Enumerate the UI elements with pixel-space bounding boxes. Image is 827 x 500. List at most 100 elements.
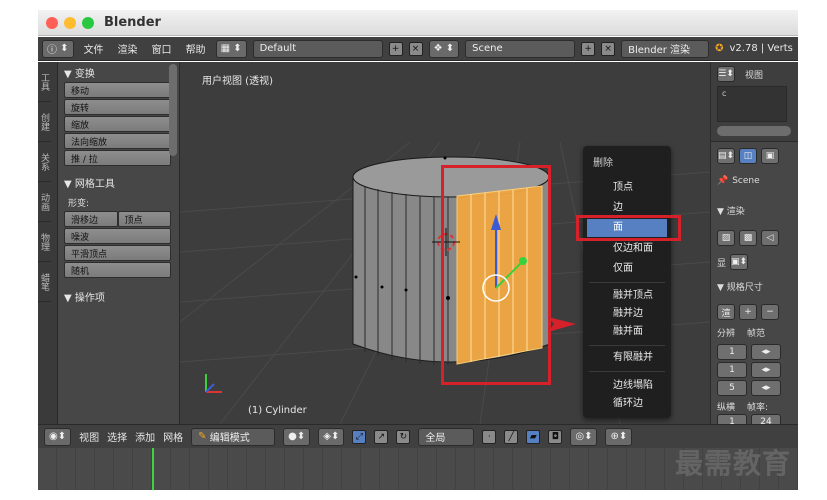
screen-layout-button[interactable]: ▦ ⬍	[215, 39, 247, 58]
aspect-x-field[interactable]: 1	[717, 414, 747, 424]
remove-scene-icon[interactable]: ×	[601, 41, 616, 56]
smooth-vertex-button[interactable]: 平滑顶点	[64, 245, 171, 261]
remove-preset-icon[interactable]: −	[761, 304, 779, 320]
dissolve-edges-item[interactable]: 融并边	[587, 305, 667, 323]
shrink-fatten-button[interactable]: 法向缩放	[64, 133, 171, 149]
menu-help[interactable]: 帮助	[182, 41, 210, 56]
resolution-y-field[interactable]: 1	[717, 362, 747, 378]
toolshelf-tabs: 工具 创建 关系 动画 物理 蜡笔	[38, 62, 58, 424]
maximize-window-button[interactable]	[82, 16, 94, 29]
edge-loops-item[interactable]: 循环边	[587, 395, 667, 413]
pivot-point-select[interactable]: ◈ ⬍	[318, 427, 345, 446]
display-mode-select[interactable]: ▣⬍	[730, 254, 749, 270]
properties-editor: ☰⬍ 视图 c ▤⬍ ◫ ▣ 📌 Scene ▼ 渲染 ▨ ▩ ◁ 显 ▣⬍ ▼…	[710, 62, 798, 424]
push-pull-button[interactable]: 推 / 拉	[64, 150, 171, 166]
render-tab-icon[interactable]: ◫	[739, 148, 758, 164]
menu-add[interactable]: 添加	[135, 429, 155, 444]
manipulator-toggle-icon[interactable]: ⤢	[352, 429, 367, 444]
limit-selection-icon[interactable]: ◘	[548, 429, 563, 444]
render-layers-tab-icon[interactable]: ▣	[761, 148, 780, 164]
translate-manipulator-icon[interactable]: ↗	[374, 429, 389, 444]
face-select-mode-icon[interactable]: ▰	[526, 429, 541, 444]
interaction-mode-select[interactable]: ✎ 编辑模式	[191, 427, 276, 446]
resolution-x-field[interactable]: 1	[717, 344, 747, 360]
limited-dissolve-item[interactable]: 有限融并	[587, 349, 667, 367]
properties-type-button[interactable]: ▤⬍	[717, 148, 736, 164]
render-audio-icon[interactable]: ◁	[761, 230, 779, 246]
outliner-scrollbar[interactable]	[717, 126, 791, 136]
slide-edge-button[interactable]: 滑移边	[64, 211, 118, 227]
render-image-icon[interactable]: ▨	[717, 230, 735, 246]
viewport-editor-type-button[interactable]: ◉ ⬍	[44, 427, 72, 446]
menu-view[interactable]: 视图	[79, 429, 99, 444]
outliner-tree[interactable]: c	[717, 86, 787, 122]
mesh-tools-panel-header[interactable]: ▼ 网格工具	[58, 172, 179, 192]
minimize-window-button[interactable]	[64, 16, 76, 29]
rotate-manipulator-icon[interactable]: ↻	[396, 429, 411, 444]
tab-relations[interactable]: 关系	[38, 142, 51, 182]
viewport-shading-select[interactable]: ● ⬍	[283, 427, 311, 446]
edge-collapse-item[interactable]: 边线塌陷	[587, 377, 667, 395]
edit-mode-icon: ✎	[198, 431, 207, 442]
tab-create[interactable]: 创建	[38, 102, 51, 142]
outliner-view-menu[interactable]: 视图	[745, 68, 763, 81]
randomize-button[interactable]: 随机	[64, 262, 171, 278]
tab-animation[interactable]: 动画	[38, 182, 51, 222]
snap-icon: ⊕	[610, 431, 619, 442]
rotate-button[interactable]: 旋转	[64, 99, 171, 115]
menu-mesh[interactable]: 网格	[163, 429, 183, 444]
close-window-button[interactable]	[46, 16, 58, 29]
tab-physics[interactable]: 物理	[38, 222, 51, 262]
current-frame-cursor[interactable]	[152, 448, 154, 490]
delete-edges-faces-item[interactable]: 仅边和面	[587, 240, 667, 258]
operator-panel-header[interactable]: ▼ 操作项	[58, 286, 179, 306]
render-animation-icon[interactable]: ▩	[739, 230, 757, 246]
add-scene-icon[interactable]: +	[581, 41, 596, 56]
transform-panel-header[interactable]: ▼ 变换	[58, 62, 179, 82]
slide-vertex-button[interactable]: 顶点	[117, 211, 171, 227]
frame-step-field[interactable]: ◂▸	[751, 380, 781, 396]
move-button[interactable]: 移动	[64, 82, 171, 98]
layout-name-field[interactable]: Default	[252, 39, 383, 58]
proportional-editing-select[interactable]: ◎ ⬍	[570, 427, 598, 446]
menu-render[interactable]: 渲染	[114, 41, 142, 56]
frame-start-field[interactable]: ◂▸	[751, 344, 781, 360]
delete-only-faces-item[interactable]: 仅面	[587, 260, 667, 278]
toolshelf-scrollbar[interactable]	[169, 64, 177, 156]
pin-icon[interactable]: 📌	[717, 176, 728, 186]
proportional-icon: ◎	[575, 431, 585, 442]
vertex-select-mode-icon[interactable]: ⋅	[482, 429, 497, 444]
editor-type-button[interactable]: ⓘ ⬍	[42, 39, 74, 58]
edge-select-mode-icon[interactable]: ╱	[504, 429, 519, 444]
render-panel-header[interactable]: ▼ 渲染	[717, 204, 745, 217]
add-layout-icon[interactable]: +	[388, 41, 403, 56]
menu-select[interactable]: 选择	[107, 429, 127, 444]
transform-orientation-select[interactable]: 全局	[418, 427, 475, 446]
render-preset-select[interactable]: 渲	[717, 304, 735, 320]
outliner-type-button[interactable]: ☰⬍	[717, 66, 735, 82]
delete-vertices-item[interactable]: 顶点	[587, 179, 667, 197]
scene-name-field[interactable]: Scene	[465, 39, 576, 58]
frame-end-field[interactable]: ◂▸	[751, 362, 781, 378]
noise-button[interactable]: 噪波	[64, 228, 171, 244]
dissolve-vertices-item[interactable]: 融并顶点	[587, 287, 667, 305]
render-engine-select[interactable]: Blender 渲染	[621, 39, 710, 58]
menu-file[interactable]: 文件	[80, 41, 108, 56]
menu-window[interactable]: 窗口	[148, 41, 176, 56]
version-stats: v2.78 | Verts	[729, 43, 793, 54]
dimensions-panel-header[interactable]: ▼ 规格尺寸	[717, 280, 763, 293]
scene-icon: ❖	[433, 43, 443, 54]
scale-button[interactable]: 缩放	[64, 116, 171, 132]
tab-grease-pencil[interactable]: 蜡笔	[38, 262, 51, 302]
resolution-percent-field[interactable]: 5	[717, 380, 747, 396]
scene-context-label: Scene	[732, 176, 760, 186]
scene-selector-button[interactable]: ❖ ⬍	[428, 39, 460, 58]
info-icon: ⓘ	[47, 45, 57, 56]
snap-element-select[interactable]: ⊕ ⬍	[605, 427, 633, 446]
remove-layout-icon[interactable]: ×	[408, 41, 423, 56]
dissolve-faces-item[interactable]: 融并面	[587, 323, 667, 341]
tab-tools[interactable]: 工具	[38, 62, 51, 102]
blender-logo-icon: ✪	[715, 43, 724, 54]
frame-rate-select[interactable]: 24	[751, 414, 781, 424]
add-preset-icon[interactable]: +	[739, 304, 757, 320]
